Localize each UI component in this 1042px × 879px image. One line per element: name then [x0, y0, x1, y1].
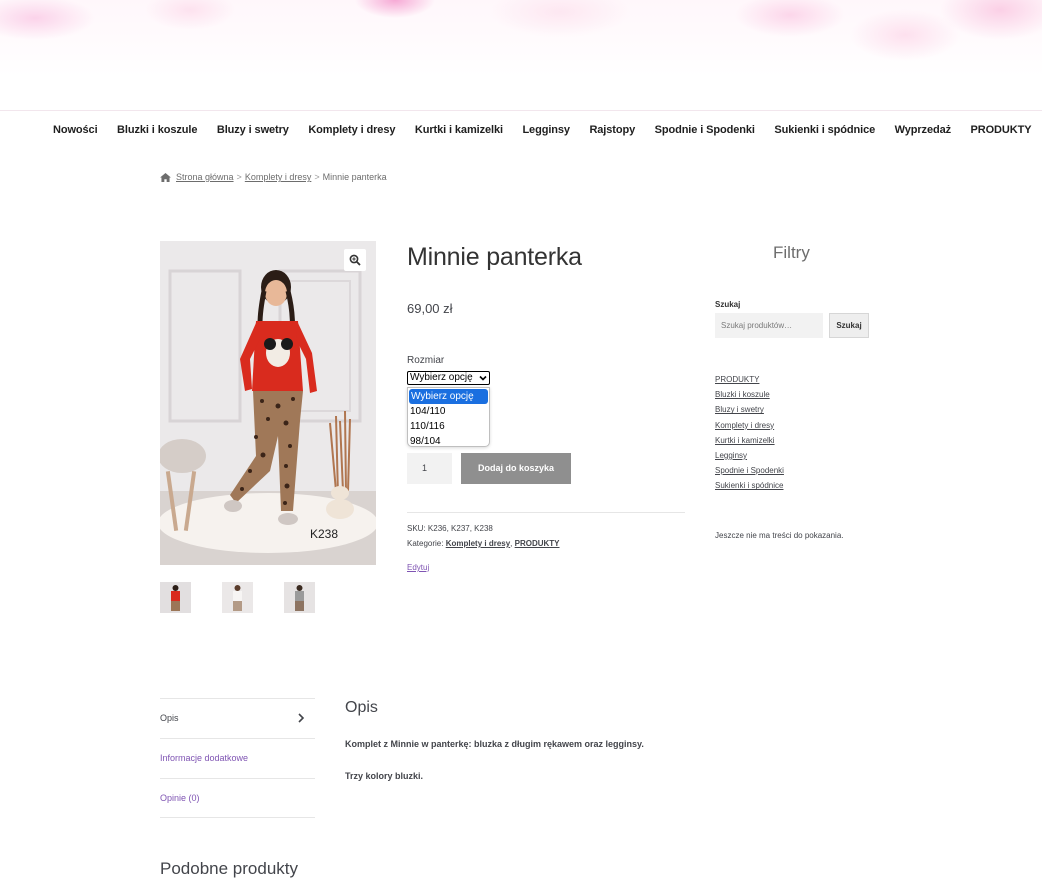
tab-opinie[interactable]: Opinie (0) — [160, 778, 315, 818]
product-tabs: Opis Informacje dodatkowe Opinie (0) — [160, 698, 315, 818]
description-text: Komplet z Minnie w panterkę: bluzka z dł… — [345, 739, 644, 749]
sku-value: K236, K237, K238 — [427, 524, 493, 533]
sidebar-category-link[interactable]: Komplety i dresy — [715, 421, 784, 436]
nav-item-produkty[interactable]: PRODUKTY — [971, 124, 1032, 140]
edit-link[interactable]: Edytuj — [407, 563, 429, 572]
sidebar-category-link[interactable]: Sukienki i spódnice — [715, 481, 784, 496]
categories-label: Kategorie: — [407, 539, 444, 548]
nav-item-bluzy-i-swetry[interactable]: Bluzy i swetry — [217, 124, 289, 140]
search-button[interactable]: Szukaj — [829, 313, 869, 338]
product-main-image[interactable]: K238 — [160, 241, 376, 565]
tab-label: Informacje dodatkowe — [160, 753, 249, 763]
nav-item-nowosci[interactable]: Nowości — [53, 124, 98, 140]
tab-opis[interactable]: Opis — [160, 698, 315, 738]
meta-divider — [407, 512, 685, 513]
main-nav: Nowości Bluzki i koszule Bluzy i swetry … — [53, 124, 1042, 140]
zoom-icon — [349, 254, 361, 266]
breadcrumb-current: Minnie panterka — [322, 172, 387, 182]
size-option[interactable]: 98/104 — [408, 434, 489, 449]
product-title: Minnie panterka — [407, 243, 582, 271]
add-to-cart-button[interactable]: Dodaj do koszyka — [461, 453, 571, 484]
quantity-input[interactable]: 1 — [407, 453, 452, 484]
tab-label: Opis — [160, 713, 179, 723]
zoom-button[interactable] — [344, 249, 366, 271]
nav-item-sukienki-i-spodnice[interactable]: Sukienki i spódnice — [774, 124, 875, 140]
product-thumbnails — [160, 582, 346, 613]
header-banner — [0, 0, 1042, 110]
sidebar-category-link[interactable]: Bluzy i swetry — [715, 405, 784, 420]
product-photo: K238 — [160, 241, 376, 565]
category-link[interactable]: PRODUKTY — [515, 539, 560, 548]
sku-label: SKU: — [407, 524, 426, 533]
nav-item-spodnie-i-spodenki[interactable]: Spodnie i Spodenki — [655, 124, 755, 140]
size-select[interactable]: Wybierz opcję — [407, 371, 490, 385]
sidebar-title: Filtry — [773, 243, 810, 262]
breadcrumb: Strona główna > Komplety i dresy > Minni… — [160, 172, 387, 182]
chevron-right-icon — [298, 713, 305, 723]
tab-informacje-dodatkowe[interactable]: Informacje dodatkowe — [160, 738, 315, 778]
size-dropdown-list: Wybierz opcję 104/110 110/116 98/104 — [407, 387, 490, 447]
thumbnail-gray[interactable] — [284, 582, 315, 613]
search-label: Szukaj — [715, 300, 741, 309]
chevron-down-icon — [479, 375, 487, 381]
size-option[interactable]: 104/110 — [408, 404, 489, 419]
tab-label: Opinie (0) — [160, 793, 200, 803]
size-option[interactable]: Wybierz opcję — [409, 389, 488, 404]
category-link[interactable]: Komplety i dresy — [446, 539, 510, 548]
nav-item-kurtki-i-kamizelki[interactable]: Kurtki i kamizelki — [415, 124, 503, 140]
sidebar-category-link[interactable]: Kurtki i kamizelki — [715, 436, 784, 451]
related-products-title: Podobne produkty — [160, 859, 298, 878]
size-option[interactable]: 110/116 — [408, 419, 489, 434]
product-price: 69,00 zł — [407, 301, 453, 316]
nav-item-bluzki-i-koszule[interactable]: Bluzki i koszule — [117, 124, 197, 140]
nav-item-legginsy[interactable]: Legginsy — [522, 124, 570, 140]
sidebar-category-link[interactable]: Spodnie i Spodenki — [715, 466, 784, 481]
sidebar-category-list: PRODUKTY Bluzki i koszule Bluzy i swetry… — [715, 375, 784, 497]
sku-line: SKU: K236, K237, K238 — [407, 524, 493, 533]
breadcrumb-separator: > — [314, 172, 320, 182]
size-select-value: Wybierz opcję — [410, 372, 473, 383]
home-icon — [160, 172, 171, 182]
image-sku-label: K238 — [310, 527, 338, 541]
sidebar-category-link[interactable]: PRODUKTY — [715, 375, 784, 390]
nav-item-rajstopy[interactable]: Rajstopy — [589, 124, 635, 140]
breadcrumb-category-link[interactable]: Komplety i dresy — [245, 172, 312, 182]
search-input[interactable]: Szukaj produktów… — [715, 313, 823, 338]
nav-item-komplety-i-dresy[interactable]: Komplety i dresy — [308, 124, 395, 140]
header-divider — [0, 110, 1042, 111]
breadcrumb-home-link[interactable]: Strona główna — [176, 172, 234, 182]
variation-label: Rozmiar — [407, 355, 445, 366]
thumbnail-red[interactable] — [160, 582, 191, 613]
description-title: Opis — [345, 699, 378, 716]
nav-item-wyprzedaz[interactable]: Wyprzedaż — [895, 124, 951, 140]
categories-line: Kategorie: Komplety i dresy, PRODUKTY — [407, 539, 560, 548]
breadcrumb-separator: > — [236, 172, 242, 182]
description-text: Trzy kolory bluzki. — [345, 771, 424, 781]
sidebar-category-link[interactable]: Legginsy — [715, 451, 784, 466]
thumbnail-white[interactable] — [222, 582, 253, 613]
sidebar-empty-note: Jeszcze nie ma treści do pokazania. — [715, 531, 844, 540]
sidebar-category-link[interactable]: Bluzki i koszule — [715, 390, 784, 405]
